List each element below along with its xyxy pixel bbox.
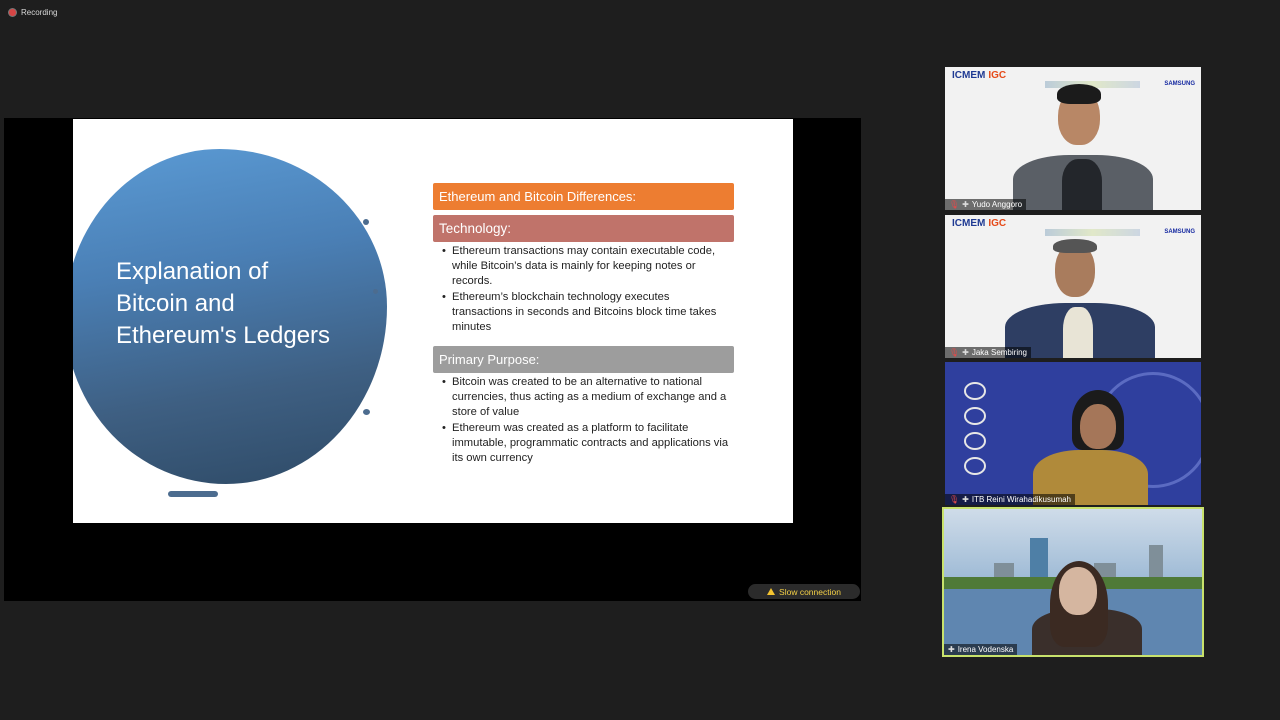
participant-name-tag: ✚ Irena Vodenska (944, 644, 1018, 655)
participant-name-tag: 🎙 ✚ ITB Reini Wirahadikusumah (945, 494, 1076, 505)
logo-icmem: ICMEM (952, 218, 986, 229)
slow-connection-label: Slow connection (779, 586, 841, 597)
pin-icon: ✚ (962, 348, 969, 357)
logo-igc: IGC (988, 70, 1007, 81)
sponsor-logos (1045, 229, 1140, 236)
badge-icon (964, 382, 986, 400)
bullet-item: Ethereum’s blockchain technology execute… (442, 290, 732, 334)
pin-icon: ✚ (962, 200, 969, 209)
logo-icmem: ICMEM (952, 70, 986, 81)
mic-muted-icon: 🎙 (949, 200, 960, 209)
recording-indicator[interactable]: Recording (9, 8, 57, 17)
participant-tile[interactable]: 🎙 ✚ ITB Reini Wirahadikusumah (945, 362, 1201, 505)
mic-muted-icon: 🎙 (949, 348, 960, 357)
technology-bullets: Ethereum transactions may contain execut… (442, 244, 732, 337)
badge-icon (964, 432, 986, 450)
participant-tile[interactable]: ICMEM IGC SAMSUNG 🎙 ✚ Yudo Anggoro (945, 67, 1201, 210)
pin-icon: ✚ (948, 645, 955, 654)
bullet-item: Ethereum transactions may contain execut… (442, 244, 732, 288)
active-speaker-tile[interactable]: ✚ Irena Vodenska (944, 509, 1202, 655)
presentation-slide: Explanation of Bitcoin and Ethereum's Le… (73, 119, 793, 523)
bullet-item: Bitcoin was created to be an alternative… (442, 375, 732, 419)
participant-name: ITB Reini Wirahadikusumah (971, 495, 1072, 504)
slow-connection-badge[interactable]: Slow connection (748, 584, 860, 599)
slide-speck (363, 409, 370, 415)
conference-logos: ICMEM IGC (952, 218, 1006, 229)
participant-name: Jaka Sembiring (971, 348, 1027, 357)
primary-purpose-header: Primary Purpose: (433, 346, 734, 373)
conference-logos: ICMEM IGC (952, 70, 1006, 81)
warning-icon (767, 588, 776, 595)
sponsor-samsung: SAMSUNG (1164, 229, 1195, 235)
participant-name-tag: 🎙 ✚ Yudo Anggoro (945, 199, 1027, 210)
logo-igc: IGC (988, 218, 1007, 229)
badge-icon (964, 407, 986, 425)
participant-name-tag: 🎙 ✚ Jaka Sembiring (945, 347, 1031, 358)
badge-icon (964, 457, 986, 475)
technology-header: Technology: (433, 215, 734, 242)
differences-header: Ethereum and Bitcoin Differences: (433, 183, 734, 210)
slide-speck (363, 219, 369, 225)
pin-icon: ✚ (962, 495, 969, 504)
bullet-item: Ethereum was created as a platform to fa… (442, 421, 732, 465)
participant-tile[interactable]: ICMEM IGC SAMSUNG 🎙 ✚ Jaka Sembiring (945, 215, 1201, 358)
participant-name: Irena Vodenska (957, 645, 1014, 654)
record-icon (9, 9, 16, 16)
recording-label: Recording (21, 8, 58, 17)
mic-muted-icon: 🎙 (949, 495, 960, 504)
purpose-bullets: Bitcoin was created to be an alternative… (442, 375, 732, 468)
sponsor-samsung: SAMSUNG (1164, 81, 1195, 87)
slide-title: Explanation of Bitcoin and Ethereum's Le… (116, 258, 331, 349)
slide-speck (168, 491, 218, 497)
slide-speck (373, 289, 378, 294)
participant-name: Yudo Anggoro (971, 200, 1023, 209)
